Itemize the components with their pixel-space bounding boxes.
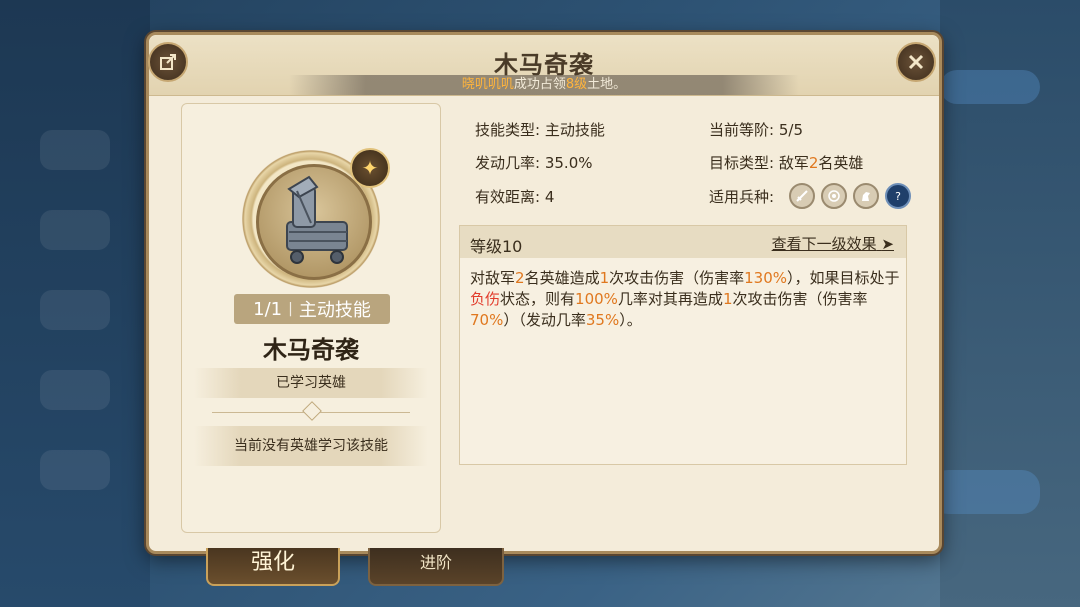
background-item	[40, 450, 110, 490]
learned-heroes-label: 已学习英雄	[194, 368, 428, 398]
target-post: 名英雄	[818, 154, 864, 172]
stat-label: 有效距离:	[475, 188, 541, 206]
background-pill	[930, 470, 1040, 514]
sword-icon	[789, 183, 815, 209]
banner-tail: 土地。	[587, 77, 627, 92]
background-item	[40, 130, 110, 170]
level-section: 等级10 查看下一级效果 ➤ 对敌军2名英雄造成1次攻击伤害（伤害率130%），…	[459, 225, 907, 465]
background-item	[40, 210, 110, 250]
stat-label: 当前等阶:	[709, 121, 775, 139]
stat-range: 有效距离: 4	[475, 186, 554, 207]
stat-trigger-rate: 发动几率: 35.0%	[475, 152, 593, 173]
stat-value: 5/5	[778, 121, 803, 139]
desc-value: 100%	[575, 290, 618, 308]
desc-text: 次攻击伤害（伤害率	[609, 269, 745, 287]
desc-text: ）。	[619, 311, 642, 329]
target-icon	[821, 183, 847, 209]
tab-strengthen[interactable]: 强化	[206, 548, 340, 586]
separator: |	[288, 301, 293, 317]
dialog-header: 木马奇袭 晓叽叽叽成功占领8级土地。	[149, 35, 939, 96]
desc-value: 1	[599, 269, 610, 287]
stat-rank: 当前等阶: 5/5	[709, 119, 803, 140]
level-label: 等级10	[470, 237, 523, 256]
skill-count: 1/1	[253, 298, 283, 320]
close-icon	[908, 54, 924, 70]
desc-value: 70%	[470, 311, 504, 329]
close-button[interactable]	[896, 42, 936, 82]
desc-text: 对敌军	[470, 269, 516, 287]
desc-text: 几率对其再造成	[617, 290, 723, 308]
background-item	[40, 290, 110, 330]
share-icon	[160, 54, 176, 70]
stat-troop-types: 适用兵种:	[709, 186, 774, 207]
background-pill	[940, 70, 1040, 104]
stat-value: 敌军2名英雄	[779, 154, 864, 172]
desc-text: ），如果目标处于	[787, 269, 900, 287]
desc-value: 130%	[744, 269, 788, 287]
skill-type-bar: 1/1 | 主动技能	[234, 294, 390, 324]
desc-text: 状态，则有	[500, 290, 576, 308]
stat-skill-type: 技能类型: 主动技能	[475, 119, 605, 140]
question-icon[interactable]: ?	[885, 183, 911, 209]
tab-advance[interactable]: 进阶	[368, 548, 504, 586]
target-count: 2	[808, 154, 819, 172]
star-icon: ✦	[350, 148, 390, 188]
skill-name: 木马奇袭	[263, 336, 359, 364]
stat-label: 目标类型:	[709, 154, 775, 172]
banner-level: 8级	[565, 77, 588, 92]
announcement-banner: 晓叽叽叽成功占领8级土地。	[289, 75, 799, 95]
desc-text: 次攻击伤害（伤害率	[732, 290, 868, 308]
background-item	[40, 370, 110, 410]
desc-value: 2	[515, 269, 525, 287]
no-heroes-message: 当前没有英雄学习该技能	[194, 426, 428, 466]
desc-status: 负伤	[470, 290, 501, 308]
skill-dialog: 木马奇袭 晓叽叽叽成功占领8级土地。 ✦ 1/1 | 主动技能 木马奇袭 已学习…	[146, 32, 942, 554]
desc-value: 35%	[585, 311, 620, 329]
next-level-text: 查看下一级效果	[771, 235, 877, 253]
stat-value: 4	[544, 188, 555, 206]
desc-text: ）（发动几率	[503, 311, 586, 329]
stat-value: 35.0%	[544, 154, 593, 172]
skill-description: 对敌军2名英雄造成1次攻击伤害（伤害率130%），如果目标处于负伤状态，则有10…	[470, 268, 900, 331]
share-button[interactable]	[148, 42, 188, 82]
banner-player: 晓叽叽叽	[461, 77, 514, 92]
stat-value: 主动技能	[544, 121, 605, 139]
skill-card: ✦ 1/1 | 主动技能 木马奇袭 已学习英雄 当前没有英雄学习该技能	[181, 103, 441, 533]
level-header: 等级10 查看下一级效果 ➤	[460, 226, 906, 258]
arrow-right-icon: ➤	[881, 235, 894, 253]
banner-text: 成功占领	[513, 77, 566, 92]
target-pre: 敌军	[778, 154, 809, 172]
stat-label: 发动几率:	[475, 154, 541, 172]
next-level-link[interactable]: 查看下一级效果 ➤	[772, 233, 894, 254]
stat-label: 适用兵种:	[709, 188, 775, 206]
desc-text: 名英雄造成	[524, 269, 600, 287]
skill-type: 主动技能	[298, 300, 371, 321]
troop-icons: ?	[789, 183, 911, 209]
stat-label: 技能类型:	[475, 121, 541, 139]
horse-icon	[853, 183, 879, 209]
stat-target: 目标类型: 敌军2名英雄	[709, 152, 863, 173]
